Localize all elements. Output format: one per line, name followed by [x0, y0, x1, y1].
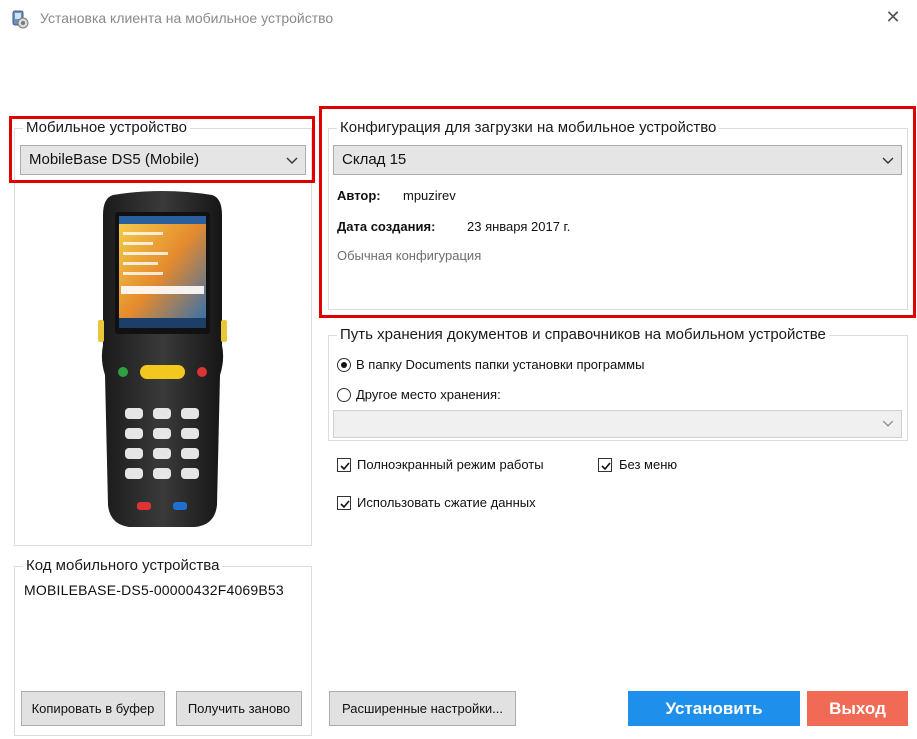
radio-documents-folder[interactable]	[337, 358, 351, 372]
checkmark-icon	[340, 462, 350, 471]
advanced-settings-button[interactable]: Расширенные настройки...	[329, 691, 516, 726]
storage-path-group-title: Путь хранения документов и справочников …	[337, 326, 829, 343]
configuration-highlight	[319, 106, 916, 318]
install-button[interactable]: Установить	[628, 691, 800, 726]
fullscreen-label[interactable]: Полноэкранный режим работы	[357, 457, 544, 472]
app-icon	[12, 10, 29, 29]
title-bar: Установка клиента на мобильное устройств…	[0, 0, 917, 40]
fullscreen-checkbox[interactable]	[337, 458, 351, 472]
radio-other-location[interactable]	[337, 388, 351, 402]
compression-checkbox[interactable]	[337, 496, 351, 510]
device-image	[98, 191, 227, 527]
checkmark-icon	[601, 462, 611, 471]
chevron-down-icon	[882, 420, 894, 427]
no-menu-checkbox[interactable]	[598, 458, 612, 472]
compression-label[interactable]: Использовать сжатие данных	[357, 495, 536, 510]
refresh-code-button[interactable]: Получить заново	[176, 691, 302, 726]
radio-documents-folder-label[interactable]: В папку Documents папки установки програ…	[356, 357, 644, 372]
window-title: Установка клиента на мобильное устройств…	[40, 10, 334, 26]
no-menu-label[interactable]: Без меню	[619, 457, 677, 472]
device-code-value: MOBILEBASE-DS5-00000432F4069B53	[24, 582, 284, 598]
copy-to-clipboard-button[interactable]: Копировать в буфер	[21, 691, 165, 726]
other-location-select[interactable]	[333, 410, 902, 438]
radio-other-location-label[interactable]: Другое место хранения:	[356, 387, 501, 402]
checkmark-icon	[340, 500, 350, 509]
device-highlight	[9, 116, 315, 183]
exit-button[interactable]: Выход	[807, 691, 908, 726]
device-code-group-title: Код мобильного устройства	[23, 557, 223, 574]
close-icon[interactable]: ✕	[881, 6, 905, 30]
